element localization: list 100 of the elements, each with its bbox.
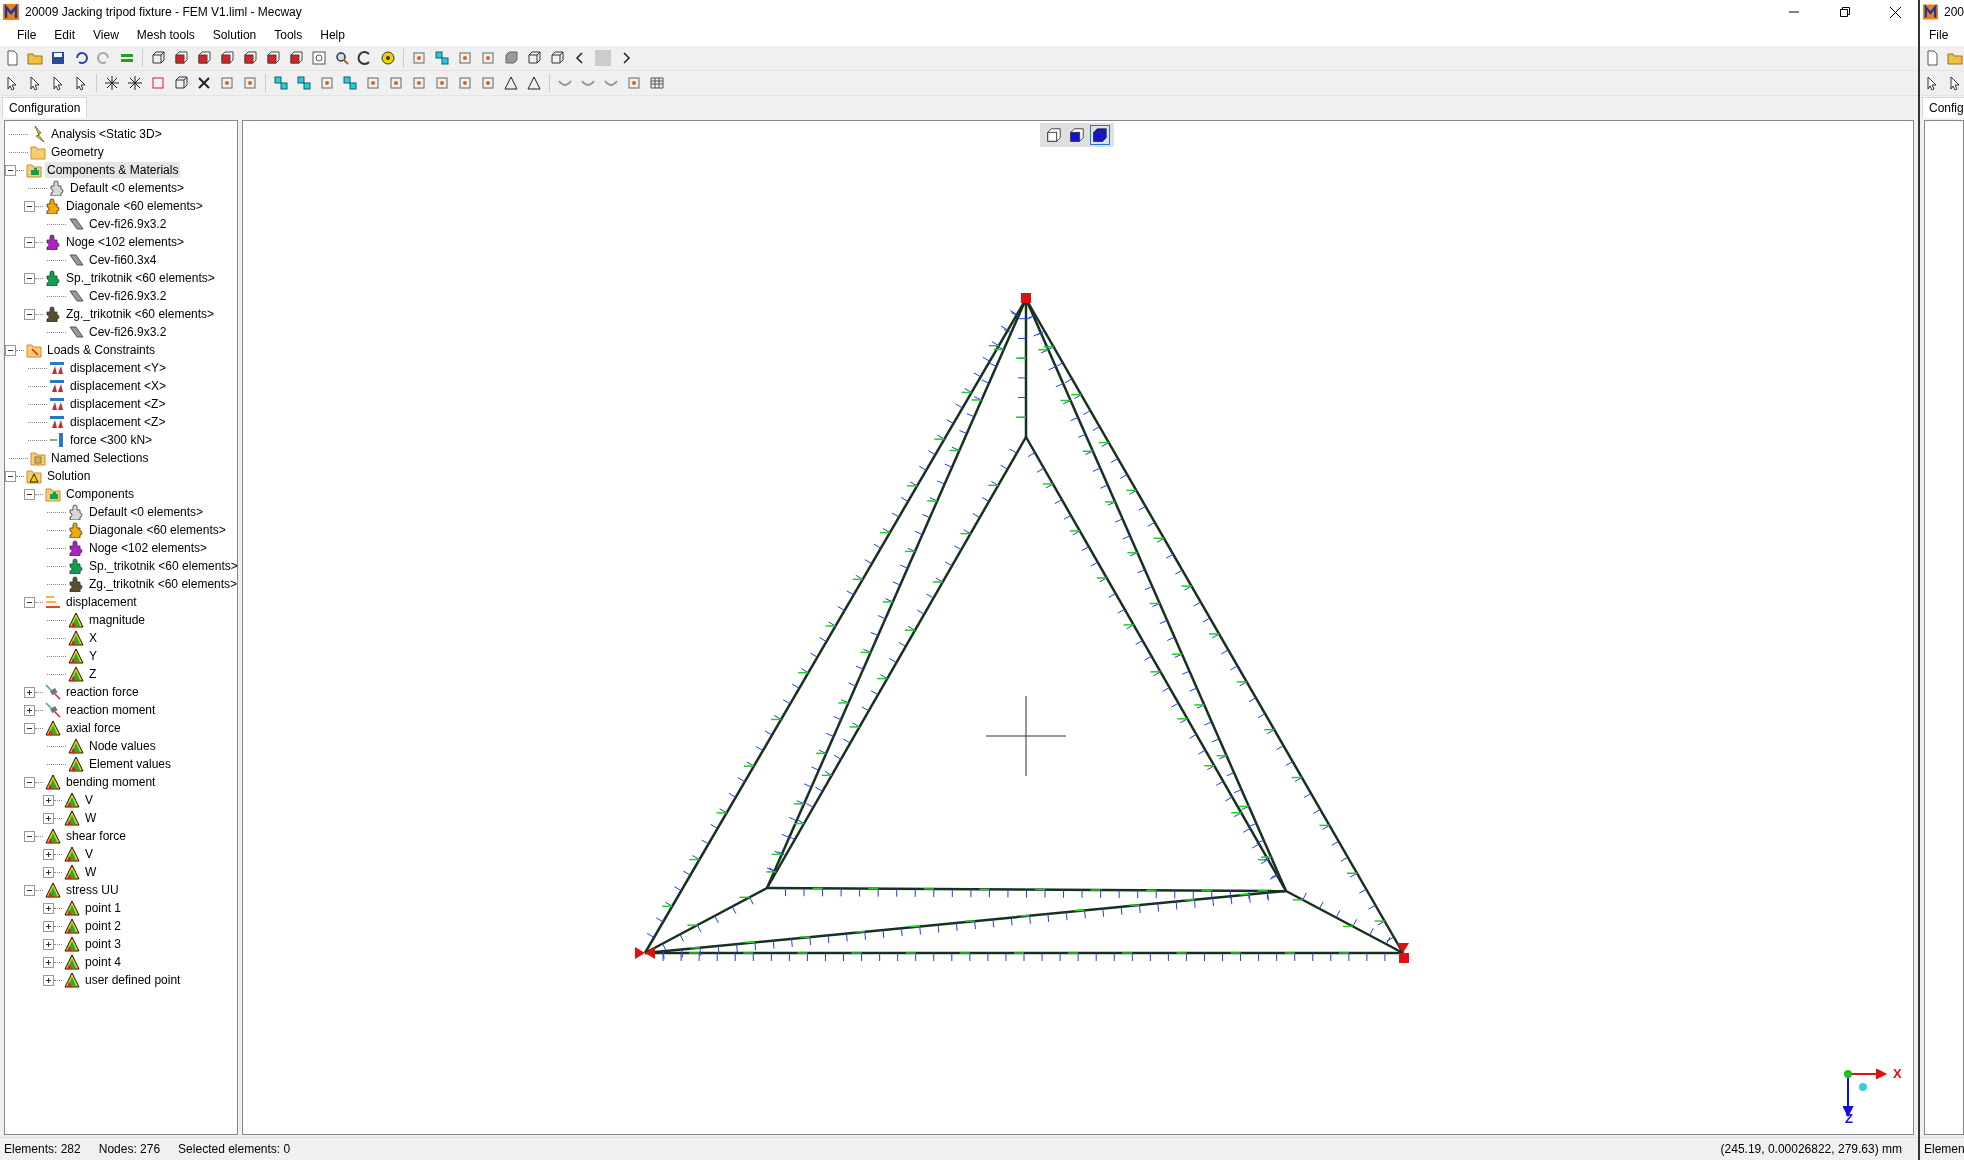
- tree-item[interactable]: Sp._trikotnik <60 elements>: [87, 558, 237, 574]
- collapse-icon[interactable]: [24, 308, 35, 320]
- triangle-icon[interactable]: [503, 75, 519, 91]
- tree-item[interactable]: Cev-fi26.9x3.2: [87, 288, 169, 304]
- save-icon[interactable]: [50, 50, 66, 66]
- view-cube-button[interactable]: [1067, 125, 1087, 145]
- zoom-box-icon[interactable]: [311, 50, 327, 66]
- grid-icon[interactable]: [649, 75, 665, 91]
- menu-item[interactable]: Edit: [45, 26, 85, 44]
- cube-icon[interactable]: [265, 50, 281, 66]
- new-file-icon[interactable]: [4, 50, 20, 66]
- tree-item[interactable]: point 4: [83, 954, 124, 970]
- tree-item[interactable]: Loads & Constraints: [45, 342, 158, 358]
- close-icon[interactable]: [1890, 6, 1901, 18]
- cube-icon[interactable]: [173, 50, 189, 66]
- tree-item[interactable]: user defined point: [83, 972, 183, 988]
- panel-tab[interactable]: Configuration: [2, 97, 88, 118]
- node-shapes-icon[interactable]: [342, 75, 358, 91]
- tree-item[interactable]: bending moment: [64, 774, 158, 790]
- triangle-icon[interactable]: [526, 75, 542, 91]
- tree-item[interactable]: Geometry: [49, 144, 106, 160]
- tree-item[interactable]: Analysis <Static 3D>: [49, 126, 164, 142]
- tree-item[interactable]: displacement <X>: [68, 378, 169, 394]
- star-burst-icon[interactable]: [104, 75, 120, 91]
- collapse-icon[interactable]: [24, 272, 35, 284]
- tree-item[interactable]: Zg._trikotnik <60 elements>: [87, 576, 237, 592]
- collapse-icon[interactable]: [5, 470, 16, 482]
- tree-item[interactable]: Cev-fi26.9x3.2: [87, 216, 169, 232]
- expand-icon[interactable]: [43, 812, 54, 824]
- restore-icon[interactable]: [1839, 7, 1850, 17]
- tape-icon[interactable]: [380, 50, 396, 66]
- cube-icon[interactable]: [242, 50, 258, 66]
- tree-item[interactable]: Diagonale <60 elements>: [87, 522, 228, 538]
- tree-item[interactable]: Noge <102 elements>: [87, 540, 210, 556]
- new-file-icon[interactable]: [1924, 50, 1940, 66]
- menu-item[interactable]: Solution: [203, 26, 266, 44]
- wireframe-cube-icon[interactable]: [173, 75, 189, 91]
- panel-tab[interactable]: Config: [1922, 97, 1964, 118]
- tree-item[interactable]: Solution: [45, 468, 93, 484]
- cross-icon[interactable]: [196, 75, 212, 91]
- tree-item[interactable]: V: [83, 792, 95, 808]
- solid-cube-icon[interactable]: [503, 50, 519, 66]
- wireframe-cube-icon[interactable]: [150, 50, 166, 66]
- tree-item[interactable]: point 2: [83, 918, 124, 934]
- tree-item[interactable]: shear force: [64, 828, 129, 844]
- expand-icon[interactable]: [43, 938, 54, 950]
- tree-item[interactable]: reaction moment: [64, 702, 158, 718]
- tree-item[interactable]: Y: [87, 648, 99, 664]
- collapse-icon[interactable]: [24, 200, 35, 212]
- scroll-thumb[interactable]: [595, 50, 611, 66]
- tree-item[interactable]: displacement: [64, 594, 139, 610]
- view-cube-button[interactable]: [1090, 125, 1110, 145]
- node-shapes-icon[interactable]: [273, 75, 289, 91]
- expand-icon[interactable]: [43, 956, 54, 968]
- node-shapes-icon[interactable]: [296, 75, 312, 91]
- menu-item[interactable]: Help: [311, 26, 354, 44]
- tree-item[interactable]: Element values: [87, 756, 174, 772]
- rotate-icon[interactable]: [357, 50, 373, 66]
- node-shapes-icon[interactable]: [434, 50, 450, 66]
- menu-item[interactable]: View: [84, 26, 128, 44]
- expand-icon[interactable]: [24, 686, 35, 698]
- tree-item[interactable]: Cev-fi26.9x3.2: [87, 324, 169, 340]
- collapse-icon[interactable]: [5, 164, 16, 176]
- tree-item[interactable]: magnitude: [87, 612, 148, 628]
- wireframe-cube-icon[interactable]: [526, 50, 542, 66]
- expand-icon[interactable]: [43, 920, 54, 932]
- tree-item[interactable]: Zg._trikotnik <60 elements>: [64, 306, 217, 322]
- collapse-icon[interactable]: [24, 722, 35, 734]
- tree-item[interactable]: stress UU: [64, 882, 121, 898]
- expand-icon[interactable]: [43, 902, 54, 914]
- collapse-icon[interactable]: [5, 344, 16, 356]
- expand-icon[interactable]: [43, 794, 54, 806]
- tree-item[interactable]: displacement <Z>: [68, 396, 168, 412]
- cube-icon[interactable]: [196, 50, 212, 66]
- open-folder-icon[interactable]: [1947, 50, 1963, 66]
- tree-item[interactable]: Sp._trikotnik <60 elements>: [64, 270, 217, 286]
- tree-item[interactable]: reaction force: [64, 684, 141, 700]
- tree-item[interactable]: displacement <Z>: [68, 414, 168, 430]
- menu-item[interactable]: File: [8, 26, 46, 44]
- collapse-icon[interactable]: [24, 596, 35, 608]
- tree-item[interactable]: W: [83, 810, 99, 826]
- expand-icon[interactable]: [24, 704, 35, 716]
- collapse-icon[interactable]: [24, 776, 35, 788]
- cube-icon[interactable]: [219, 50, 235, 66]
- collapse-icon[interactable]: [24, 488, 35, 500]
- tree-item[interactable]: Z: [87, 666, 99, 682]
- tree-item[interactable]: axial force: [64, 720, 123, 736]
- mesh-cube-icon[interactable]: [549, 50, 565, 66]
- star-burst-icon[interactable]: [127, 75, 143, 91]
- tree-item[interactable]: displacement <Y>: [68, 360, 169, 376]
- tree-item[interactable]: Components: [64, 486, 137, 502]
- menu-item[interactable]: Tools: [265, 26, 312, 44]
- expand-icon[interactable]: [43, 848, 54, 860]
- tree-item[interactable]: V: [83, 846, 95, 862]
- expand-icon[interactable]: [43, 866, 54, 878]
- tree-item[interactable]: point 3: [83, 936, 124, 952]
- collapse-icon[interactable]: [24, 236, 35, 248]
- tree-item[interactable]: Default <0 elements>: [87, 504, 206, 520]
- collapse-icon[interactable]: [24, 830, 35, 842]
- tree-item[interactable]: Named Selections: [49, 450, 151, 466]
